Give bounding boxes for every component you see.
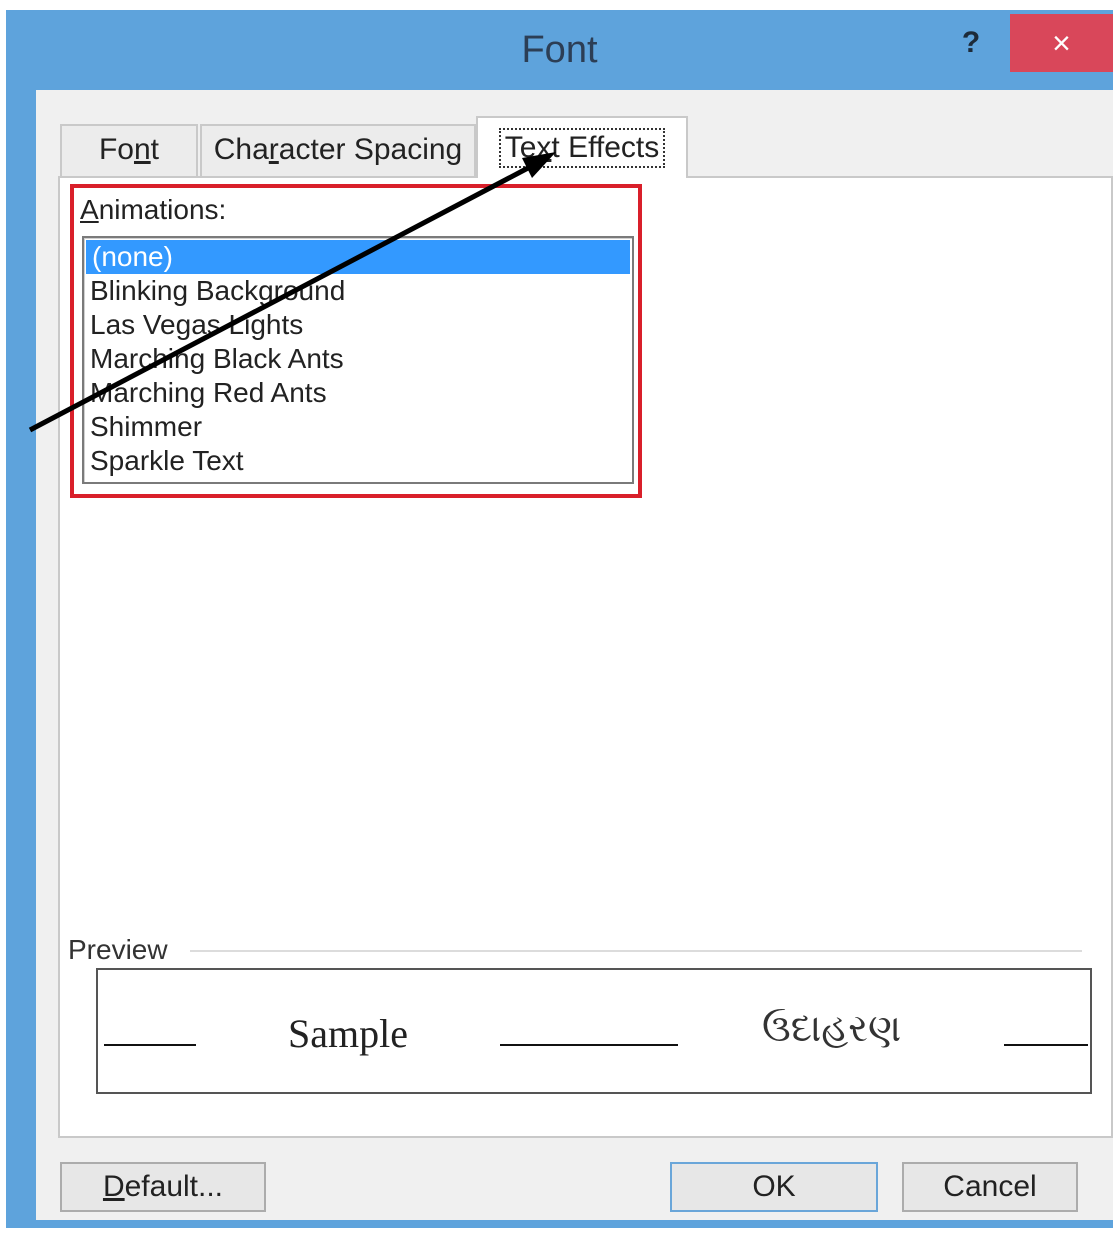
font-dialog: Font ? × Font Character Spacing Text Eff…	[6, 10, 1113, 1228]
list-item-las-vegas-lights[interactable]: Las Vegas Lights	[84, 308, 632, 342]
tab-character-spacing[interactable]: Character Spacing	[200, 124, 476, 176]
preview-sample-latin: Sample	[288, 1011, 408, 1056]
preview-underline-3	[1004, 1044, 1088, 1046]
preview-underline-2	[500, 1044, 678, 1046]
preview-underline-1	[104, 1044, 196, 1046]
list-item-shimmer[interactable]: Shimmer	[84, 410, 632, 444]
close-button[interactable]: ×	[1010, 14, 1113, 72]
preview-divider	[190, 950, 1082, 952]
preview-box: Sample ઉદાહરણ	[96, 968, 1092, 1094]
help-button[interactable]: ?	[956, 18, 986, 68]
list-item-sparkle-text[interactable]: Sparkle Text	[84, 444, 632, 478]
default-button[interactable]: Default...	[60, 1162, 266, 1212]
list-item-marching-black-ants[interactable]: Marching Black Ants	[84, 342, 632, 376]
animations-listbox[interactable]: (none) Blinking Background Las Vegas Lig…	[82, 236, 634, 484]
tab-focus-rect: Text Effects	[498, 128, 666, 168]
animations-label: Animations:	[80, 194, 227, 225]
list-item-marching-red-ants[interactable]: Marching Red Ants	[84, 376, 632, 410]
animations-highlight-box: Animations: (none) Blinking Background L…	[70, 184, 642, 498]
dialog-title: Font	[521, 29, 598, 71]
ok-button[interactable]: OK	[670, 1162, 878, 1212]
cancel-button[interactable]: Cancel	[902, 1162, 1078, 1212]
list-item-none[interactable]: (none)	[86, 240, 630, 274]
preview-sample-gujarati: ઉદાહરણ	[762, 1006, 902, 1050]
text-effects-panel: Animations: (none) Blinking Background L…	[58, 176, 1113, 1138]
preview-label: Preview	[68, 934, 168, 965]
tab-font[interactable]: Font	[60, 124, 198, 176]
dialog-client-area: Font Character Spacing Text Effects Anim…	[36, 90, 1113, 1220]
tab-text-effects[interactable]: Text Effects	[476, 116, 688, 178]
list-item-blinking-background[interactable]: Blinking Background	[84, 274, 632, 308]
